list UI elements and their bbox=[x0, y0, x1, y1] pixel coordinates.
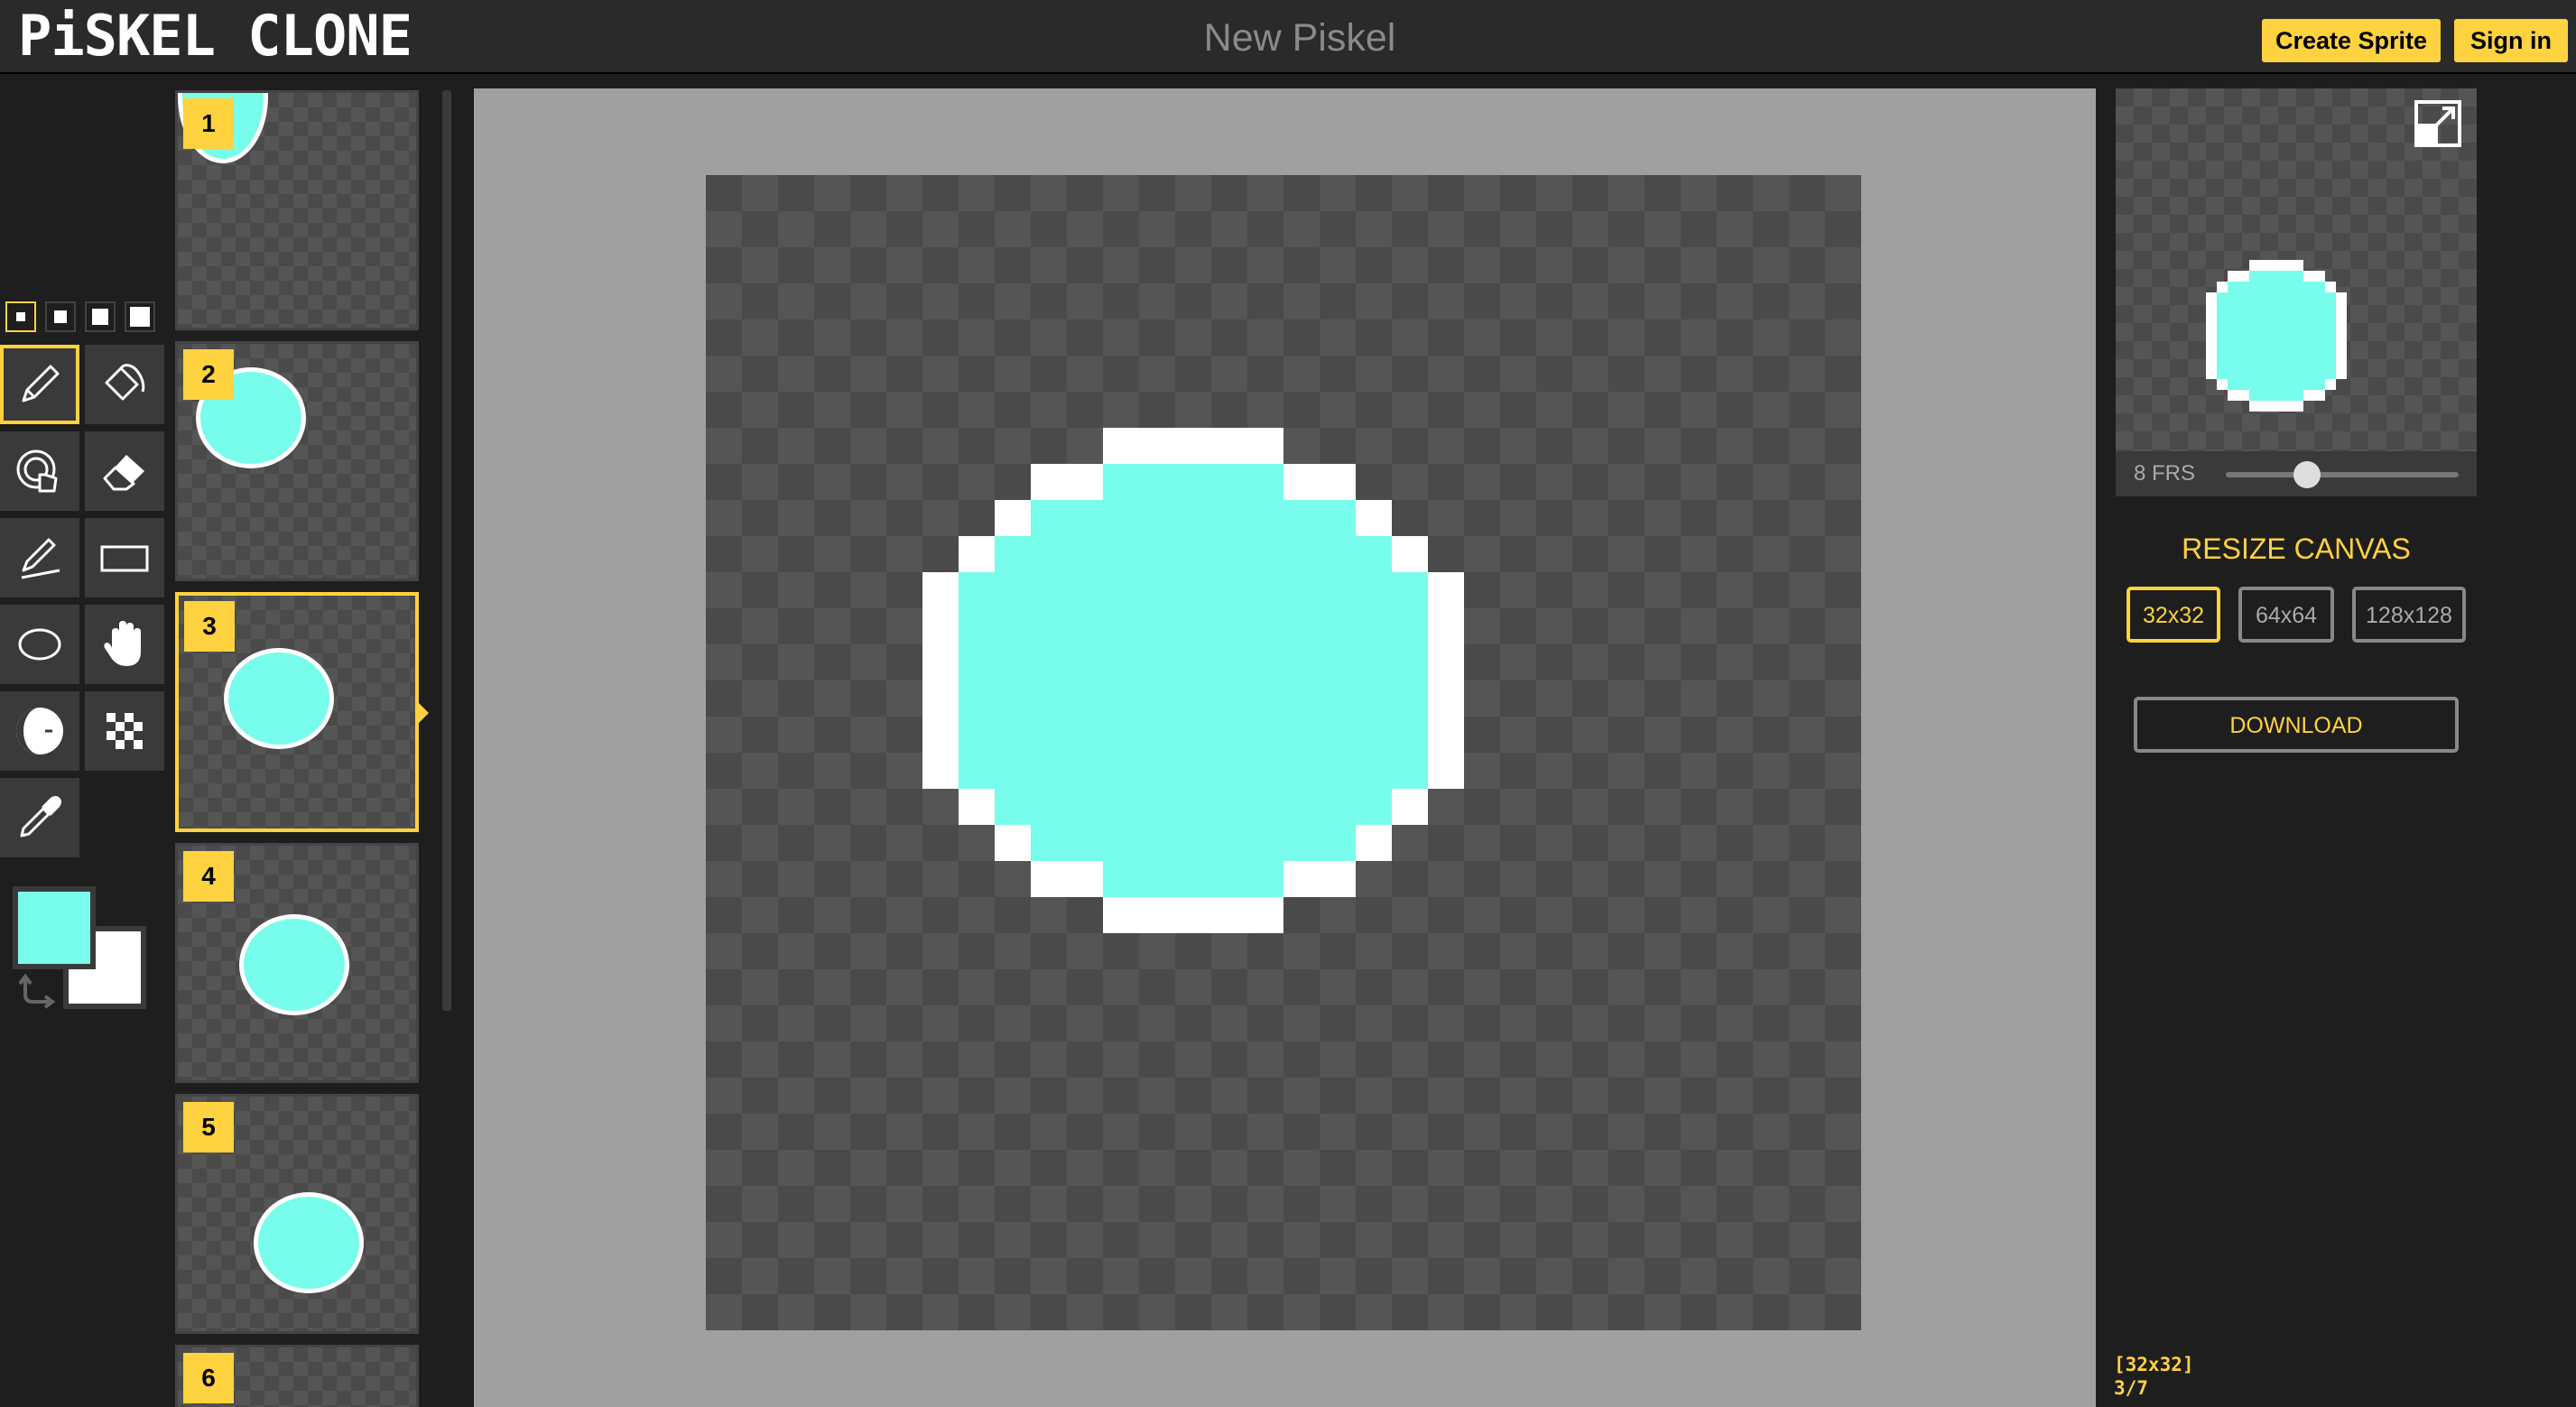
stroke-tool[interactable] bbox=[0, 518, 79, 597]
frame-3[interactable]: 3 bbox=[175, 592, 419, 832]
lighten-tool[interactable] bbox=[0, 691, 79, 771]
fps-label: 8 FRS bbox=[2134, 461, 2196, 486]
pen-icon bbox=[22, 365, 60, 403]
document-title[interactable]: New Piskel bbox=[939, 0, 1661, 76]
target-hand-icon bbox=[16, 449, 58, 493]
frame-number: 3 bbox=[184, 601, 235, 652]
eraser-tool[interactable] bbox=[85, 431, 164, 511]
eyedropper-icon bbox=[20, 796, 61, 838]
sign-in-button[interactable]: Sign in bbox=[2454, 19, 2568, 62]
frames-scrollbar[interactable] bbox=[442, 90, 451, 1011]
frame-5[interactable]: 5 bbox=[175, 1094, 419, 1334]
app-logo[interactable]: PiSKEL CLONE bbox=[18, 8, 412, 64]
pen-size-1[interactable] bbox=[5, 301, 36, 332]
fullscreen-icon[interactable] bbox=[2414, 99, 2462, 148]
fps-slider-track[interactable] bbox=[2226, 472, 2459, 477]
selected-frame-arrow bbox=[418, 702, 429, 724]
resize-canvas-title: RESIZE CANVAS bbox=[2182, 532, 2411, 565]
rectangle-tool[interactable] bbox=[85, 518, 164, 597]
pen-size-4[interactable] bbox=[125, 301, 155, 332]
frame-number: 1 bbox=[183, 98, 234, 149]
frame-1[interactable]: 1 bbox=[175, 90, 419, 330]
frame-number: 4 bbox=[183, 851, 234, 902]
download-button[interactable]: DOWNLOAD bbox=[2134, 697, 2459, 753]
circle-tool[interactable] bbox=[0, 605, 79, 684]
lighten-darken-icon bbox=[16, 708, 63, 754]
color-picker-tool[interactable] bbox=[0, 778, 79, 857]
frame-counter-status: 3/7 bbox=[2114, 1377, 2148, 1399]
color-fill-tool[interactable] bbox=[0, 431, 79, 511]
rectangle-icon bbox=[100, 545, 149, 572]
create-sprite-button[interactable]: Create Sprite bbox=[2262, 19, 2441, 62]
canvas-sprite bbox=[922, 428, 1464, 933]
swap-colors-icon[interactable] bbox=[18, 973, 58, 1009]
fps-slider-thumb[interactable] bbox=[2293, 461, 2321, 488]
primary-color-swatch[interactable] bbox=[13, 886, 96, 969]
frame-3-sprite bbox=[224, 648, 334, 749]
paint-bucket-tool[interactable] bbox=[85, 345, 164, 424]
eraser-icon bbox=[103, 455, 144, 491]
frame-number: 5 bbox=[183, 1102, 234, 1152]
stroke-icon bbox=[21, 538, 60, 579]
drawing-canvas[interactable] bbox=[706, 175, 1861, 1330]
pen-tool[interactable] bbox=[0, 345, 79, 424]
size-option-128[interactable]: 128x128 bbox=[2352, 587, 2466, 643]
pen-size-3[interactable] bbox=[85, 301, 116, 332]
animation-preview bbox=[2116, 88, 2477, 451]
size-option-64[interactable]: 64x64 bbox=[2238, 587, 2334, 643]
canvas-size-status: [32x32] bbox=[2114, 1354, 2194, 1375]
paint-bucket-icon bbox=[105, 364, 145, 401]
frame-number: 6 bbox=[183, 1353, 234, 1403]
frame-4[interactable]: 4 bbox=[175, 843, 419, 1083]
checker-icon bbox=[107, 713, 143, 749]
frame-4-sprite bbox=[239, 914, 349, 1015]
frame-number: 2 bbox=[183, 349, 234, 400]
dithering-tool[interactable] bbox=[85, 691, 164, 771]
circle-icon bbox=[18, 628, 61, 661]
fps-bar: 8 FRS bbox=[2116, 451, 2477, 496]
size-option-32[interactable]: 32x32 bbox=[2127, 587, 2220, 643]
hand-icon bbox=[104, 621, 141, 666]
move-tool[interactable] bbox=[85, 605, 164, 684]
app-header: PiSKEL CLONE New Piskel Create Sprite Si… bbox=[0, 0, 2576, 74]
pen-size-2[interactable] bbox=[45, 301, 76, 332]
frame-5-sprite bbox=[254, 1192, 364, 1293]
frame-6[interactable]: 6 bbox=[175, 1345, 419, 1407]
frame-2[interactable]: 2 bbox=[175, 341, 419, 581]
